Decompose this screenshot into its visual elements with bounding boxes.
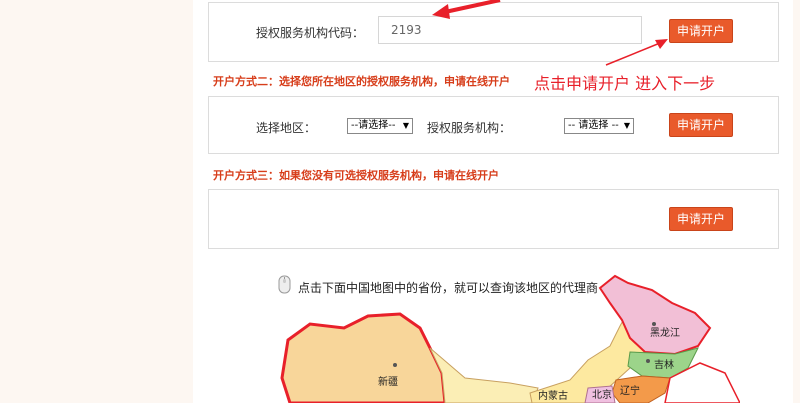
region-select[interactable]: --请选择-- ▼ xyxy=(347,118,413,134)
province-liaoning[interactable]: 辽宁 xyxy=(611,375,671,403)
label-jilin: 吉林 xyxy=(654,358,674,371)
region-label: 选择地区： xyxy=(256,121,317,135)
chevron-down-icon: ▼ xyxy=(402,121,409,130)
apply-button-2[interactable]: 申请开户 xyxy=(669,113,733,137)
apply-button-3[interactable]: 申请开户 xyxy=(669,207,733,231)
label-neimenggu: 内蒙古 xyxy=(538,389,568,402)
agency-select[interactable]: -- 请选择 -- ▼ xyxy=(564,118,634,134)
label-beijing: 北京 xyxy=(592,388,612,401)
annotation-text: 点击申请开户 进入下一步 xyxy=(534,74,716,93)
province-gansu[interactable] xyxy=(429,347,539,403)
arrow-to-button xyxy=(605,39,668,66)
label-liaoning: 辽宁 xyxy=(620,384,640,397)
region-select-value: --请选择-- xyxy=(351,120,396,131)
agency-select-value: -- 请选择 -- xyxy=(568,120,619,131)
agency-label: 授权服务机构： xyxy=(427,121,512,135)
arrow-to-input xyxy=(432,0,501,19)
china-map: 新疆 内蒙古 黑龙江 吉林 辽宁 北京 xyxy=(280,274,740,403)
label-xinjiang: 新疆 xyxy=(378,375,398,388)
section2-title: 开户方式二：选择您所在地区的授权服务机构，申请在线开户 xyxy=(213,75,510,88)
label-heilongjiang: 黑龙江 xyxy=(650,326,680,339)
chevron-down-icon: ▼ xyxy=(623,121,630,130)
section3-title: 开户方式三：如果您没有可选授权服务机构，申请在线开户 xyxy=(213,169,499,182)
province-beijing[interactable]: 北京 xyxy=(584,385,616,403)
province-xinjiang[interactable]: 新疆 xyxy=(280,312,447,403)
